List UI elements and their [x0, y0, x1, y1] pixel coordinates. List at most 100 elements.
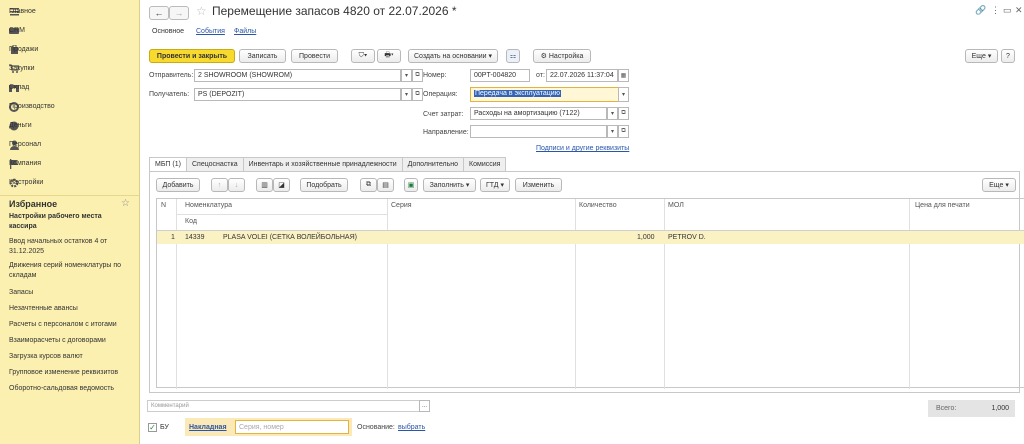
comment-field[interactable]: Комментарий: [147, 400, 430, 412]
move-down-button[interactable]: ↓: [228, 178, 245, 192]
receiver-field[interactable]: PS (DEPOZIT): [194, 88, 401, 101]
chevron-down-icon: ▾: [404, 92, 408, 98]
invoice-link[interactable]: Накладная: [189, 424, 227, 431]
barcode-button[interactable]: ▥: [256, 178, 273, 192]
paste-button[interactable]: ▤: [377, 178, 394, 192]
signatures-link[interactable]: Подписи и другие реквизиты: [536, 145, 629, 152]
create-based-on-label: Создать на основании: [413, 52, 487, 60]
calendar-button[interactable]: ▦: [618, 69, 629, 82]
move-up-button[interactable]: ↑: [211, 178, 228, 192]
change-button[interactable]: Изменить: [515, 178, 562, 192]
favorite-item[interactable]: Групповое изменение реквизитов: [0, 368, 139, 384]
table-row[interactable]: 1 14339 PLASA VOLEI (СЕТКА ВОЛЕЙБОЛЬНАЯ)…: [157, 231, 1024, 244]
more-vert-icon[interactable]: ⋮: [991, 5, 1000, 16]
add-button[interactable]: Добавить: [156, 178, 200, 192]
operation-field[interactable]: Передача в эксплуатацию: [470, 87, 619, 102]
excel-button[interactable]: ▣: [404, 178, 418, 192]
column-divider: [387, 199, 388, 389]
sender-field[interactable]: 2 SHOWROOM (SHOWROM): [194, 69, 401, 82]
print-button[interactable]: 🖶▾: [377, 49, 401, 63]
close-icon[interactable]: ✕: [1015, 5, 1023, 16]
cost-account-field[interactable]: Расходы на амортизацию (7122): [470, 107, 607, 120]
sidebar-item-warehouse[interactable]: Склад: [0, 78, 139, 97]
tab-inventory[interactable]: Инвентарь и хозяйственные принадлежности: [242, 157, 403, 172]
favorite-item[interactable]: Оборотно-сальдовая ведомость: [0, 384, 139, 400]
help-button[interactable]: ?: [1001, 49, 1015, 63]
favorite-item[interactable]: Движения серий номенклатуры по складам: [0, 261, 139, 282]
copy-button[interactable]: ⧉: [360, 178, 377, 192]
favorite-item[interactable]: Запасы: [0, 288, 139, 304]
cell-mol: PETROV D.: [668, 234, 706, 241]
dropdown-button[interactable]: ▾: [401, 69, 412, 82]
dropdown-button[interactable]: ▾: [618, 87, 629, 102]
open-button[interactable]: ⧉: [618, 107, 629, 120]
chart-icon: ◪: [278, 182, 285, 189]
sidebar-item-crm[interactable]: CRM: [0, 21, 139, 40]
star-icon[interactable]: ☆: [121, 198, 130, 209]
tab-additional[interactable]: Дополнительно: [401, 157, 465, 172]
gtd-label: ГТД: [485, 181, 499, 189]
more-button[interactable]: Еще ▾: [965, 49, 998, 63]
sidebar-item-purchases[interactable]: Закупки: [0, 59, 139, 78]
settings-button[interactable]: ⚙ Настройка: [533, 49, 591, 63]
table-more-button[interactable]: Еще ▾: [982, 178, 1016, 192]
sidebar-item-label: Склад: [9, 84, 30, 91]
dropdown-button[interactable]: ▾: [401, 88, 412, 101]
sidebar-item-production[interactable]: Производство: [0, 97, 139, 116]
basis-select-link[interactable]: выбрать: [398, 424, 425, 431]
sidebar-item-settings[interactable]: Настройки: [0, 173, 139, 192]
sidebar-item-money[interactable]: Деньги: [0, 116, 139, 135]
comment-expand-button[interactable]: ...: [419, 400, 430, 412]
col-print-price-header: Цена для печати: [915, 202, 970, 209]
favorite-item[interactable]: Расчеты с персоналом с итогами: [0, 320, 139, 336]
favorite-item[interactable]: Настройки рабочего места кассира: [0, 212, 139, 234]
filter-button[interactable]: ⛉▾: [351, 49, 375, 63]
post-and-close-button[interactable]: Провести и закрыть: [149, 49, 235, 63]
items-table[interactable]: N Номенклатура Код Серия Количество МОЛ …: [156, 198, 1024, 389]
sender-label: Отправитель:: [149, 72, 194, 79]
bu-checkbox[interactable]: ✓: [148, 423, 157, 432]
sidebar-item-personnel[interactable]: Персонал: [0, 135, 139, 154]
cell-code: 14339: [185, 234, 205, 241]
fill-button[interactable]: Заполнить ▾: [423, 178, 476, 192]
dropdown-button[interactable]: ▾: [607, 125, 618, 138]
tab-commission[interactable]: Комиссия: [463, 157, 507, 172]
table-tabs: МБП (1) Спецоснастка Инвентарь и хозяйст…: [149, 157, 507, 173]
tab-events[interactable]: События: [196, 28, 225, 35]
number-field[interactable]: 00PT-004820: [470, 69, 530, 82]
favorite-item[interactable]: Взаиморасчеты с договорами: [0, 336, 139, 352]
forward-button[interactable]: →: [169, 6, 189, 20]
sidebar-item-main[interactable]: Главное: [0, 2, 139, 21]
cell-nomenclature: PLASA VOLEI (СЕТКА ВОЛЕЙБОЛЬНАЯ): [223, 234, 357, 241]
series-number-field[interactable]: Серия, номер: [235, 420, 349, 434]
favorite-item[interactable]: Ввод начальных остатков 4 от 31.12.2025: [0, 237, 139, 258]
chart-button[interactable]: ◪: [273, 178, 290, 192]
gtd-button[interactable]: ГТД ▾: [480, 178, 510, 192]
sidebar-item-company[interactable]: Компания: [0, 154, 139, 173]
link-icon[interactable]: 🔗: [975, 5, 986, 16]
sidebar-item-label: Настройки: [9, 179, 44, 186]
favorite-star-icon[interactable]: ☆: [196, 4, 207, 18]
structure-button[interactable]: ⚏: [506, 49, 520, 63]
date-label: от:: [536, 72, 545, 79]
number-label: Номер:: [423, 72, 447, 79]
open-button[interactable]: ⧉: [412, 88, 423, 101]
favorite-item[interactable]: Незачтенные авансы: [0, 304, 139, 320]
tab-files[interactable]: Файлы: [234, 28, 256, 35]
create-based-on-button[interactable]: Создать на основании ▾: [408, 49, 498, 63]
open-button[interactable]: ⧉: [412, 69, 423, 82]
direction-field[interactable]: [470, 125, 607, 138]
back-button[interactable]: ←: [149, 6, 169, 20]
favorite-item[interactable]: Загрузка курсов валют: [0, 352, 139, 368]
tab-main[interactable]: Основное: [152, 28, 184, 35]
dropdown-button[interactable]: ▾: [607, 107, 618, 120]
column-divider: [909, 199, 910, 389]
post-button[interactable]: Провести: [291, 49, 338, 63]
open-button[interactable]: ⧉: [618, 125, 629, 138]
sidebar-item-sales[interactable]: Продажи: [0, 40, 139, 59]
date-field[interactable]: 22.07.2026 11:37:04: [546, 69, 618, 82]
save-button[interactable]: Записать: [239, 49, 286, 63]
pick-button[interactable]: Подобрать: [300, 178, 348, 192]
tab-special-equipment[interactable]: Спецоснастка: [185, 157, 244, 172]
maximize-icon[interactable]: ▭: [1003, 5, 1012, 16]
